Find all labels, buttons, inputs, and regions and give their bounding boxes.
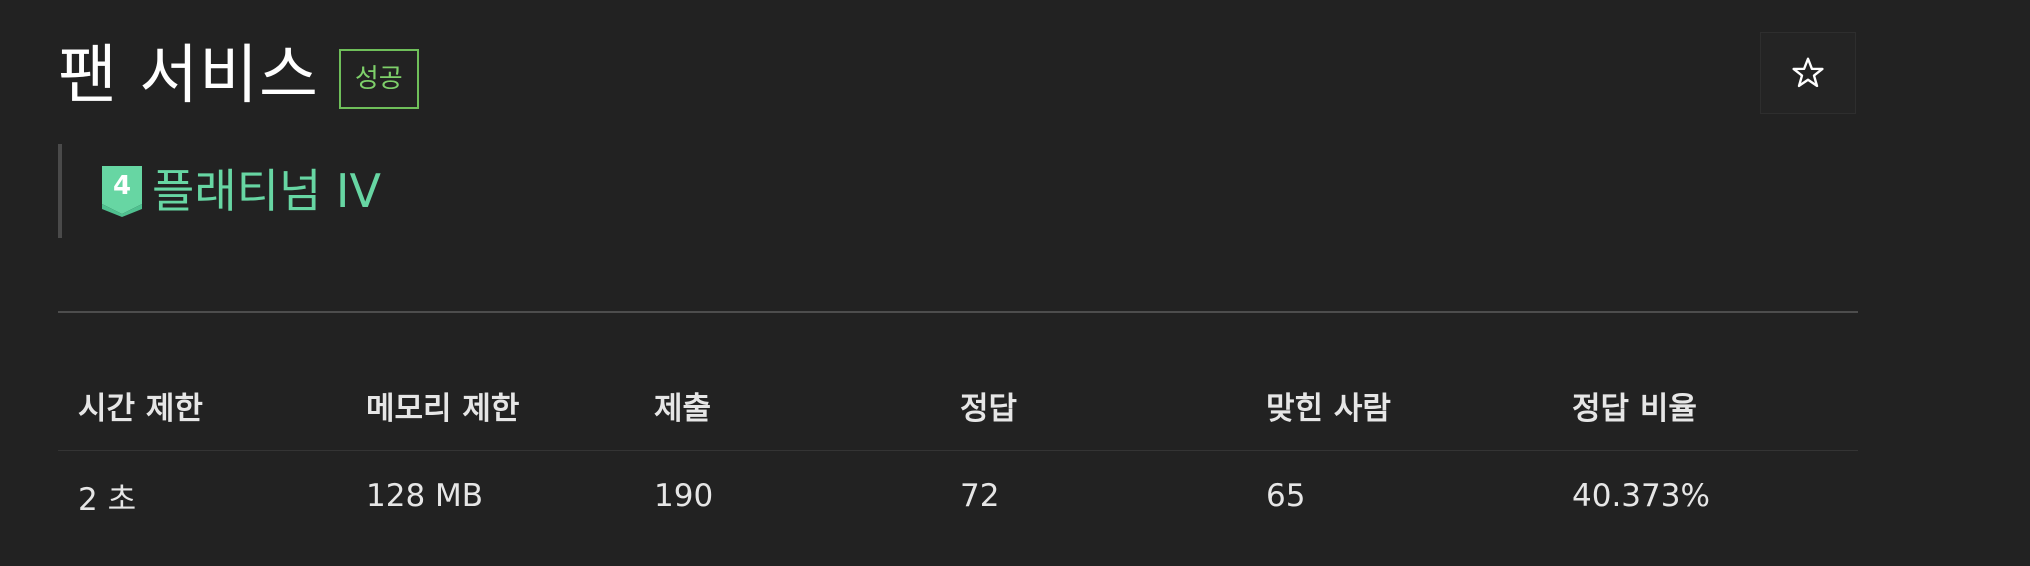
value-submissions[interactable]: 190 (634, 451, 940, 542)
tier-block: 4 플래티넘 IV (58, 144, 381, 238)
header-time-limit: 시간 제한 (58, 360, 346, 451)
header-solved-users: 맞힌 사람 (1246, 360, 1552, 451)
problem-page: 팬 서비스 성공 4 플래티넘 IV 시간 제한 메모리 제한 제출 정답 맞힌… (58, 0, 1858, 566)
divider (58, 311, 1858, 313)
value-solved-users[interactable]: 65 (1246, 451, 1552, 542)
stats-value-row: 2 초 128 MB 190 72 65 40.373% (58, 451, 1858, 542)
tier-label[interactable]: 플래티넘 IV (152, 161, 381, 221)
star-outline-icon (1792, 57, 1824, 88)
tier-number: 4 (113, 171, 131, 201)
title-row: 팬 서비스 성공 (58, 36, 419, 116)
value-accepted[interactable]: 72 (940, 451, 1246, 542)
stats-table: 시간 제한 메모리 제한 제출 정답 맞힌 사람 정답 비율 2 초 128 M… (58, 360, 1858, 541)
platinum-tier-icon: 4 (102, 166, 142, 217)
header-memory-limit: 메모리 제한 (346, 360, 634, 451)
header-submissions: 제출 (634, 360, 940, 451)
stats-header-row: 시간 제한 메모리 제한 제출 정답 맞힌 사람 정답 비율 (58, 360, 1858, 451)
value-memory-limit: 128 MB (366, 478, 484, 514)
value-time-limit: 2 초 (78, 481, 137, 518)
value-accept-ratio: 40.373% (1572, 478, 1710, 514)
favorite-button[interactable] (1760, 32, 1856, 114)
problem-title: 팬 서비스 (58, 39, 319, 113)
header-accept-ratio: 정답 비율 (1552, 360, 1858, 451)
result-badge: 성공 (338, 49, 419, 109)
header-accepted: 정답 (940, 360, 1246, 451)
